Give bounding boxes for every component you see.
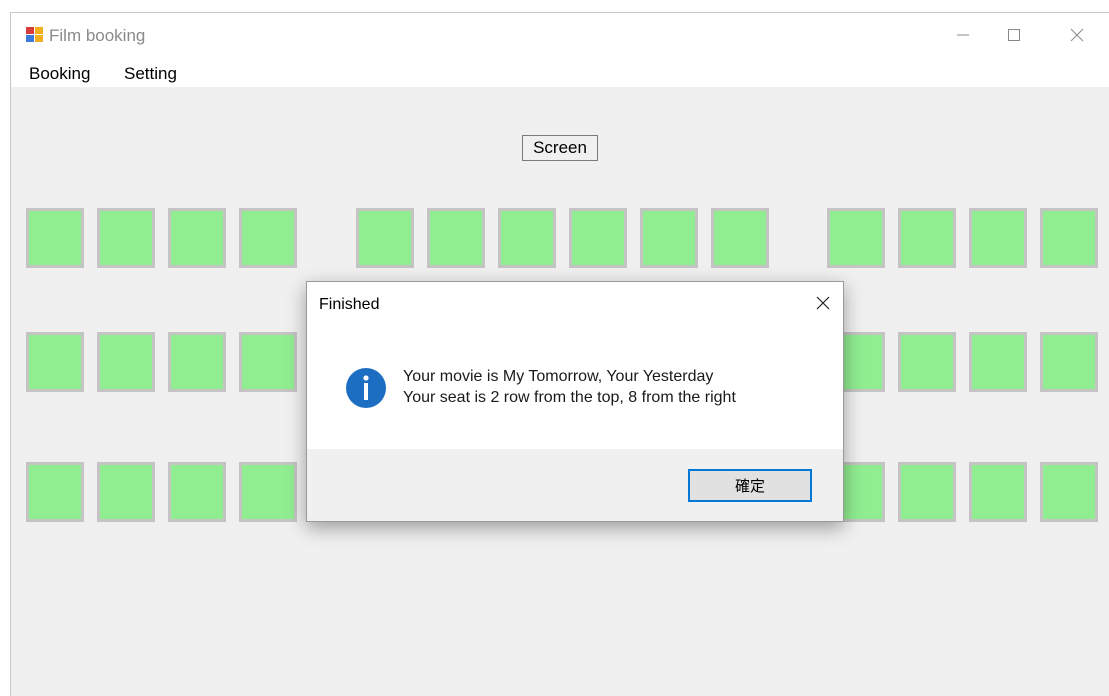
screen-label: Screen — [522, 135, 598, 161]
dialog-title: Finished — [319, 296, 380, 313]
dialog-message-line-1: Your movie is My Tomorrow, Your Yesterda… — [403, 368, 714, 385]
seat-r1-14[interactable] — [1040, 208, 1098, 268]
seat-r2-3[interactable] — [168, 332, 226, 392]
title-bar[interactable]: Film booking — [11, 13, 1109, 57]
seat-r1-3[interactable] — [168, 208, 226, 268]
seat-r2-13[interactable] — [969, 332, 1027, 392]
seat-r2-4[interactable] — [239, 332, 297, 392]
seat-r1-2[interactable] — [97, 208, 155, 268]
seat-r1-8[interactable] — [569, 208, 627, 268]
app-window: Film booking Booking Setting Screen Fini… — [10, 12, 1109, 696]
message-dialog: Finished Your movie is My Tomorrow, Your… — [306, 281, 844, 522]
seat-r3-13[interactable] — [969, 462, 1027, 522]
close-icon — [1070, 28, 1084, 42]
seat-r3-14[interactable] — [1040, 462, 1098, 522]
seat-r1-6[interactable] — [427, 208, 485, 268]
seat-r1-9[interactable] — [640, 208, 698, 268]
seat-r3-2[interactable] — [97, 462, 155, 522]
maximize-icon — [1008, 29, 1020, 41]
seat-r3-3[interactable] — [168, 462, 226, 522]
seat-r1-13[interactable] — [969, 208, 1027, 268]
seat-r3-12[interactable] — [898, 462, 956, 522]
seat-r1-12[interactable] — [898, 208, 956, 268]
seat-r1-4[interactable] — [239, 208, 297, 268]
seat-r1-7[interactable] — [498, 208, 556, 268]
seat-r1-10[interactable] — [711, 208, 769, 268]
menu-setting[interactable]: Setting — [124, 64, 177, 84]
info-icon — [346, 368, 386, 408]
close-button[interactable] — [1052, 13, 1102, 57]
seat-r1-11[interactable] — [827, 208, 885, 268]
close-icon — [816, 296, 830, 310]
app-icon — [26, 27, 43, 42]
seat-r1-1[interactable] — [26, 208, 84, 268]
seat-r1-5[interactable] — [356, 208, 414, 268]
dialog-footer: 確定 — [307, 449, 843, 521]
maximize-button[interactable] — [989, 13, 1039, 57]
seat-r2-12[interactable] — [898, 332, 956, 392]
dialog-message-line-2: Your seat is 2 row from the top, 8 from … — [403, 389, 736, 406]
dialog-close-button[interactable] — [809, 290, 837, 316]
menu-booking[interactable]: Booking — [29, 64, 90, 84]
minimize-icon — [957, 34, 969, 36]
ok-button[interactable]: 確定 — [688, 469, 812, 502]
seat-r2-14[interactable] — [1040, 332, 1098, 392]
seat-r2-2[interactable] — [97, 332, 155, 392]
seat-r3-4[interactable] — [239, 462, 297, 522]
minimize-button[interactable] — [938, 13, 988, 57]
window-title: Film booking — [49, 26, 146, 45]
menu-bar: Booking Setting — [11, 57, 1109, 87]
seat-r2-1[interactable] — [26, 332, 84, 392]
seat-r3-1[interactable] — [26, 462, 84, 522]
